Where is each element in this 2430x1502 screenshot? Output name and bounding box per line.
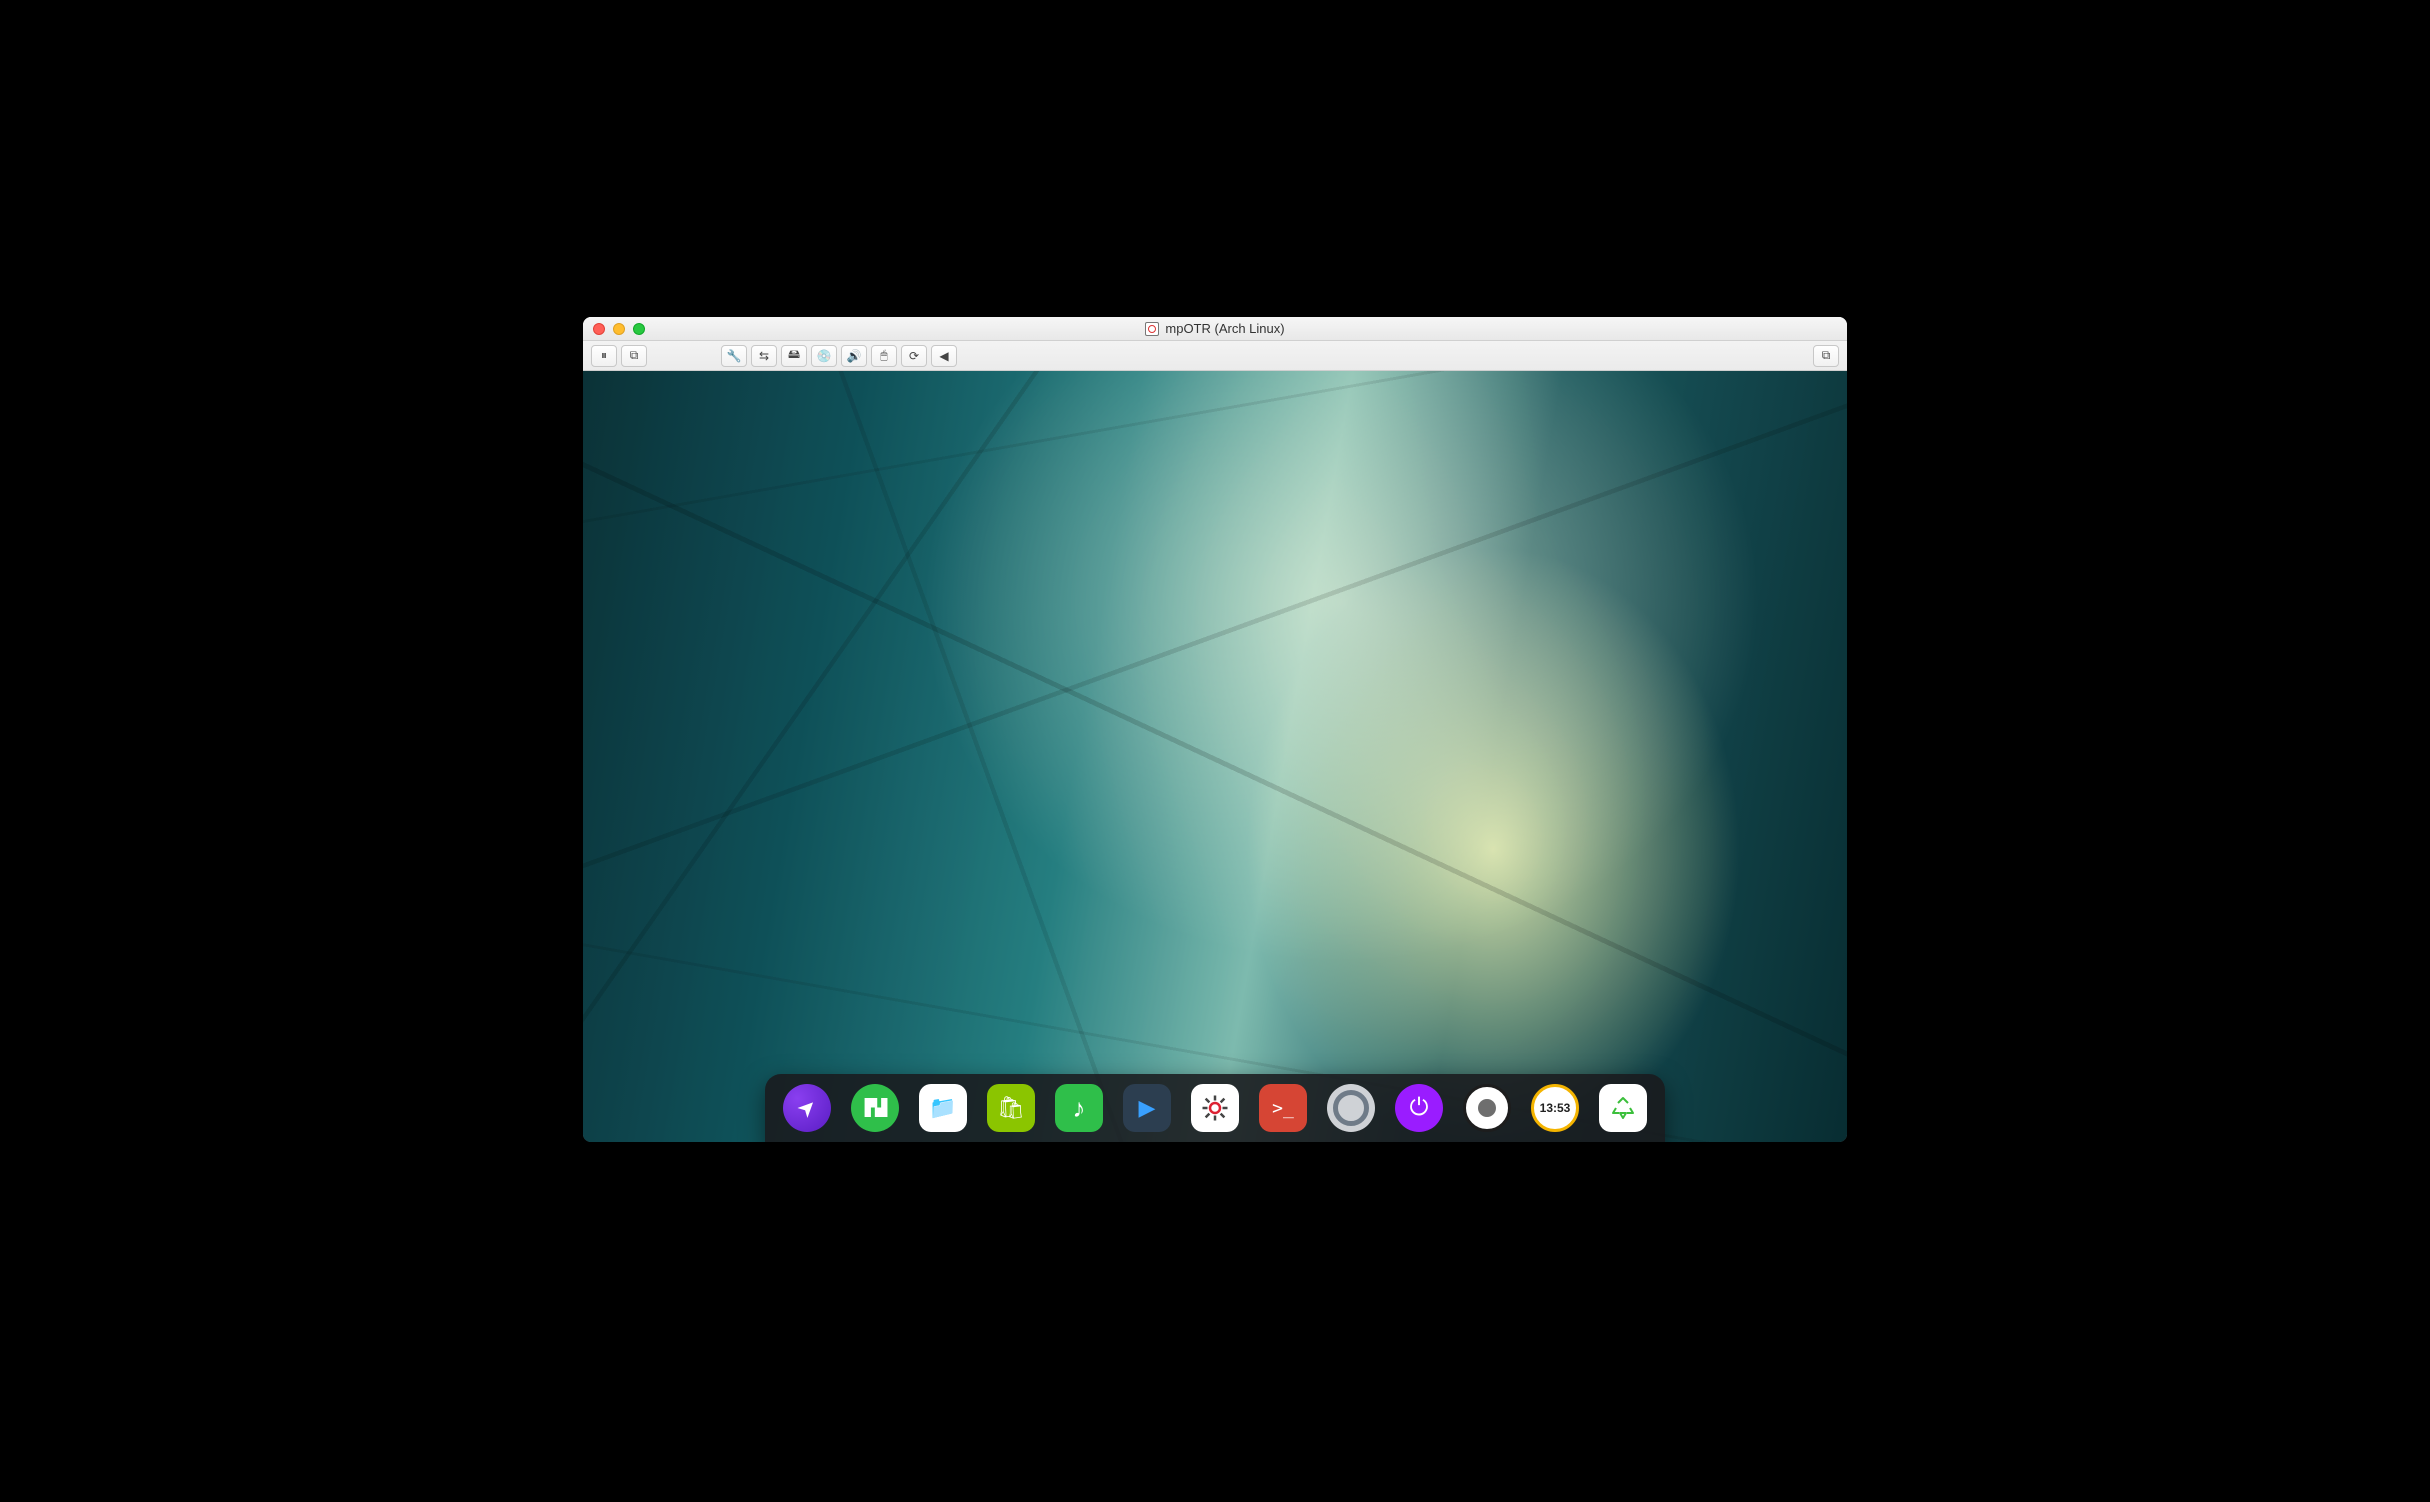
gear-icon [1200, 1093, 1230, 1123]
dock-power[interactable] [1395, 1084, 1443, 1132]
dock-file-manager[interactable] [919, 1084, 967, 1132]
traffic-lights [583, 323, 645, 335]
dock-launcher[interactable] [783, 1084, 831, 1132]
fullscreen-button[interactable]: ⧉ [1813, 345, 1839, 367]
audio-button[interactable]: 🔊 [841, 345, 867, 367]
dock-multitask[interactable] [851, 1084, 899, 1132]
snapshot-button[interactable]: ⧉ [621, 345, 647, 367]
desktop-dock: 13:53 [765, 1074, 1665, 1142]
optical-button[interactable]: 💿 [811, 345, 837, 367]
network-button[interactable]: ⇆ [751, 345, 777, 367]
harddisk-button[interactable]: 🖴 [781, 345, 807, 367]
pause-button[interactable]: ⏸ [591, 345, 617, 367]
usb-button[interactable]: 🖱 [871, 345, 897, 367]
vm-host-window: mpOTR (Arch Linux) ⏸⧉ 🔧⇆🖴💿🔊🖱⟳◀ ⧉ 13:53 [583, 317, 1847, 1142]
dock-video[interactable] [1123, 1084, 1171, 1132]
dock-trash[interactable] [1599, 1084, 1647, 1132]
recycle-icon [1611, 1096, 1635, 1120]
window-title: mpOTR (Arch Linux) [583, 321, 1847, 336]
dock-app-store[interactable] [987, 1084, 1035, 1132]
vm-app-icon [1145, 322, 1159, 336]
guest-viewport[interactable]: 13:53 [583, 371, 1847, 1142]
desktop-wallpaper [583, 371, 1847, 1142]
dock-music[interactable] [1055, 1084, 1103, 1132]
shared-folders-button[interactable]: ⟳ [901, 345, 927, 367]
clock-time: 13:53 [1540, 1101, 1571, 1115]
dock-clock[interactable]: 13:53 [1531, 1084, 1579, 1132]
window-minimize-button[interactable] [613, 323, 625, 335]
window-title-text: mpOTR (Arch Linux) [1165, 321, 1284, 336]
vm-toolbar: ⏸⧉ 🔧⇆🖴💿🔊🖱⟳◀ ⧉ [583, 341, 1847, 371]
dock-terminal[interactable] [1259, 1084, 1307, 1132]
window-close-button[interactable] [593, 323, 605, 335]
window-zoom-button[interactable] [633, 323, 645, 335]
dock-settings[interactable] [1191, 1084, 1239, 1132]
collapse-button[interactable]: ◀ [931, 345, 957, 367]
settings-button[interactable]: 🔧 [721, 345, 747, 367]
host-titlebar: mpOTR (Arch Linux) [583, 317, 1847, 341]
dock-browser[interactable] [1327, 1084, 1375, 1132]
dock-eye[interactable] [1463, 1084, 1511, 1132]
